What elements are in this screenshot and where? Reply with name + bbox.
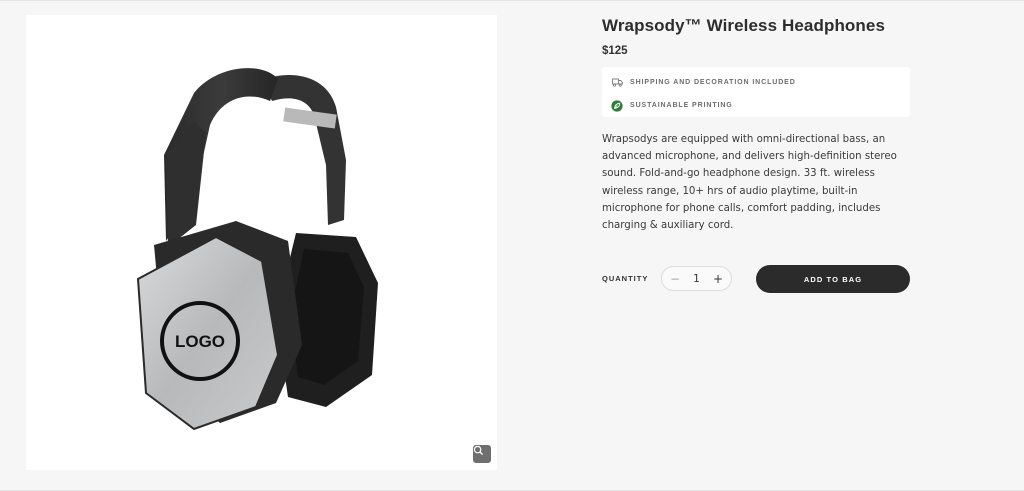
quantity-increase-button[interactable]: + [707, 267, 729, 290]
zoom-icon [473, 445, 484, 456]
quantity-input[interactable] [685, 267, 708, 290]
product-description: Wrapsodys are equipped with omni-directi… [602, 134, 897, 232]
truck-icon [611, 77, 623, 89]
sustainable-info-label: SUSTAINABLE PRINTING [630, 102, 733, 109]
quantity-decrease-button[interactable]: − [664, 267, 686, 290]
leaf-icon [611, 99, 623, 112]
product-details: Wrapsody™ Wireless Headphones $125 SHIPP… [602, 14, 910, 244]
quantity-stepper: − + [661, 266, 732, 291]
info-box: SHIPPING AND DECORATION INCLUDED SUSTAIN… [602, 67, 910, 117]
sustainable-info-row: SUSTAINABLE PRINTING [611, 96, 901, 115]
product-image-panel: LOGO [26, 15, 497, 470]
image-logo-text: LOGO [175, 332, 225, 351]
product-title: Wrapsody™ Wireless Headphones [602, 16, 886, 35]
add-to-bag-button[interactable]: ADD TO BAG [756, 265, 910, 293]
quantity-label: QUANTITY [602, 274, 649, 283]
purchase-row: QUANTITY − + ADD TO BAG [602, 265, 912, 293]
shipping-info-row: SHIPPING AND DECORATION INCLUDED [611, 73, 901, 92]
shipping-info-label: SHIPPING AND DECORATION INCLUDED [630, 79, 796, 86]
top-divider [0, 0, 1024, 1]
product-page: LOGO Wrapsody™ Wireless Headphones $125 [0, 0, 1024, 491]
product-price: $125 [602, 45, 628, 57]
zoom-button[interactable] [473, 445, 491, 463]
headphones-image: LOGO [136, 68, 378, 431]
